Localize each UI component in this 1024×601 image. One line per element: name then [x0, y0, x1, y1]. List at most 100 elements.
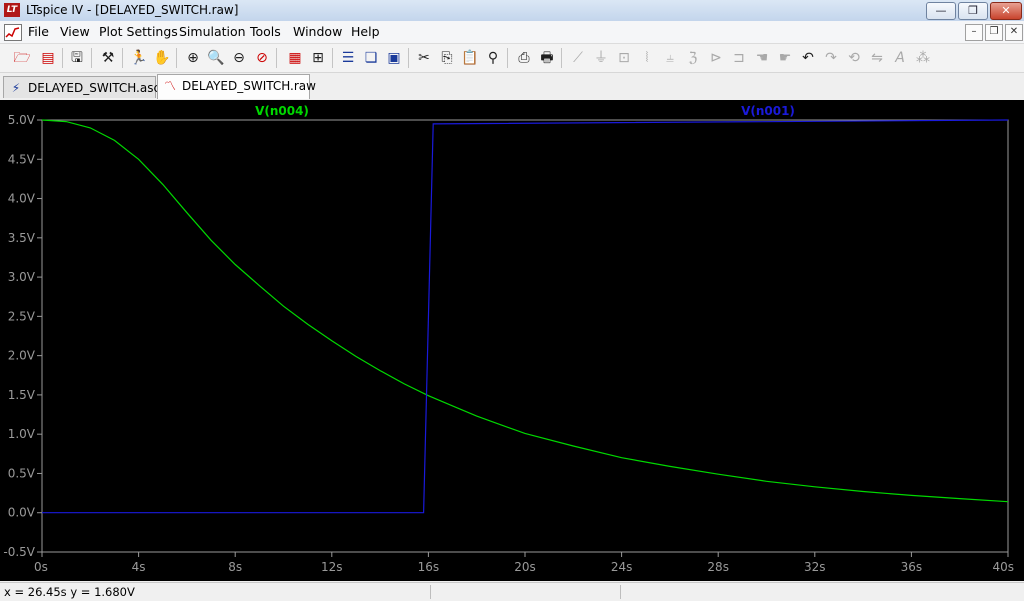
menu-simulation[interactable]: Simulation: [179, 24, 246, 39]
x-tick-label: 28s: [707, 560, 729, 574]
autorange-icon[interactable]: ▦: [285, 48, 305, 68]
schematic-icon: ⚡: [11, 81, 21, 95]
toolbar: 🗁 ▤ 🖫 ⚒ 🏃 ✋ ⊕ 🔍 ⊖ ⊘ ▦ ⊞ ☰ ❏ ▣ ✂ ⎘ 📋 ⚲ ⎙ …: [0, 44, 1024, 73]
windows-icon[interactable]: ▣: [384, 48, 404, 68]
ltspice-logo-icon: LT: [4, 3, 20, 17]
y-tick-label: 3.0V: [8, 270, 36, 284]
menu-window[interactable]: Window: [293, 24, 342, 39]
diode-icon[interactable]: ⊳: [706, 48, 726, 68]
waveform-icon: 〽: [163, 79, 176, 93]
toolbar-separator: [408, 48, 409, 68]
drag-icon[interactable]: ☛: [775, 48, 795, 68]
y-tick-label: 1.0V: [8, 427, 36, 441]
waveform-plot[interactable]: 5.0V 4.5V 4.0V 3.5V 3.0V 2.5V 2.0V 1.5V 1.0V 0.5V…: [0, 100, 1024, 581]
inductor-icon[interactable]: ℨ: [683, 48, 703, 68]
y-tick-label: 0.5V: [8, 466, 36, 480]
waveform-doc-glyph: [5, 27, 20, 38]
series-line-vn001: [42, 119, 1009, 514]
undo-icon[interactable]: ↶: [798, 48, 818, 68]
print-preview-icon[interactable]: ⎙: [514, 48, 534, 68]
x-tick-label: 8s: [228, 560, 242, 574]
zoom-out-icon[interactable]: ⊖: [229, 48, 249, 68]
waveform-doc-icon[interactable]: [4, 24, 22, 41]
maximize-button[interactable]: ❐: [958, 2, 988, 20]
pan-icon[interactable]: ✋: [152, 48, 172, 68]
move-icon[interactable]: ☚: [752, 48, 772, 68]
component-icon[interactable]: ⊐: [729, 48, 749, 68]
y-tick-label: 4.0V: [8, 192, 36, 206]
menu-plot-settings[interactable]: Plot Settings: [99, 24, 178, 39]
text-icon[interactable]: A: [890, 48, 910, 68]
paste-icon[interactable]: 📋: [460, 48, 480, 68]
cut-icon[interactable]: ✂: [414, 48, 434, 68]
redo-icon[interactable]: ↷: [821, 48, 841, 68]
cursor-icon[interactable]: ⊞: [308, 48, 328, 68]
capacitor-icon[interactable]: ⫨: [660, 48, 680, 68]
trace-label: V(n001): [741, 104, 795, 118]
title-bar: LT LTspice IV - [DELAYED_SWITCH.raw] — ❐…: [0, 0, 1024, 22]
rotate-icon[interactable]: ⟲: [844, 48, 864, 68]
toolbar-separator: [507, 48, 508, 68]
mdi-close-button[interactable]: ✕: [1005, 24, 1023, 41]
copy-icon[interactable]: ⎘: [437, 48, 457, 68]
label-net-icon[interactable]: ⊡: [614, 48, 634, 68]
status-divider: [620, 585, 621, 599]
run-icon[interactable]: 🏃: [129, 48, 149, 68]
tab-label: DELAYED_SWITCH.asc: [28, 81, 161, 95]
y-tick-label: 2.5V: [8, 309, 36, 323]
y-tick-label: 3.5V: [8, 231, 36, 245]
toolbar-separator: [176, 48, 177, 68]
tile-horizontal-icon[interactable]: ☰: [338, 48, 358, 68]
menu-view[interactable]: View: [60, 24, 90, 39]
menu-bar: File View Plot Settings Simulation Tools…: [0, 21, 1024, 44]
waveform-chart[interactable]: 5.0V 4.5V 4.0V 3.5V 3.0V 2.5V 2.0V 1.5V 1.0V 0.5V…: [0, 100, 1024, 581]
find-icon[interactable]: ⚲: [483, 48, 503, 68]
zoom-area-icon[interactable]: 🔍: [206, 48, 226, 68]
resistor-icon[interactable]: ⦚: [637, 48, 657, 68]
y-tick-label: -0.5V: [3, 545, 35, 559]
open-icon[interactable]: 🗁: [12, 48, 32, 68]
x-tick-label: 36s: [901, 560, 923, 574]
close-button[interactable]: ✕: [990, 2, 1022, 20]
x-tick-label: 40s: [992, 560, 1014, 574]
save-icon[interactable]: ▤: [38, 48, 58, 68]
control-panel-icon[interactable]: ⚒: [98, 48, 118, 68]
status-divider: [430, 585, 431, 599]
x-tick-label: 16s: [418, 560, 440, 574]
tab-schematic[interactable]: ⚡ DELAYED_SWITCH.asc: [3, 76, 160, 98]
wire-icon[interactable]: ⟋: [568, 48, 588, 68]
y-tick-label: 1.5V: [8, 388, 36, 402]
x-tick-label: 20s: [514, 560, 536, 574]
document-tabs: ⚡ DELAYED_SWITCH.asc 〽 DELAYED_SWITCH.ra…: [0, 73, 1024, 100]
y-tick-label: 2.0V: [8, 349, 36, 363]
mdi-restore-button[interactable]: ❐: [985, 24, 1003, 41]
x-tick-label: 12s: [321, 560, 343, 574]
zoom-in-icon[interactable]: ⊕: [183, 48, 203, 68]
zoom-cancel-icon[interactable]: ⊘: [252, 48, 272, 68]
x-tick-label: 24s: [611, 560, 633, 574]
toolbar-separator: [561, 48, 562, 68]
series-line-vn004: [41, 119, 1009, 503]
menu-tools[interactable]: Tools: [250, 24, 281, 39]
toolbar-separator: [62, 48, 63, 68]
toolbar-separator: [122, 48, 123, 68]
minimize-button[interactable]: —: [926, 2, 956, 20]
spice-directive-icon[interactable]: ⁂: [913, 48, 933, 68]
toolbar-separator: [276, 48, 277, 68]
y-tick-label: 5.0V: [8, 113, 36, 127]
mdi-minimize-button[interactable]: –: [965, 24, 983, 41]
print-icon[interactable]: 🖶: [537, 48, 557, 68]
mirror-icon[interactable]: ⇋: [867, 48, 887, 68]
cascade-icon[interactable]: ❏: [361, 48, 381, 68]
ground-icon[interactable]: ⏚: [591, 48, 611, 68]
y-tick-label: 0.0V: [8, 506, 36, 520]
toolbar-separator: [332, 48, 333, 68]
status-bar: x = 26.45s y = 1.680V: [0, 582, 1024, 601]
y-tick-label: 4.5V: [8, 152, 36, 166]
x-tick-label: 32s: [804, 560, 826, 574]
tab-waveform[interactable]: 〽 DELAYED_SWITCH.raw: [157, 74, 316, 99]
menu-file[interactable]: File: [28, 24, 49, 39]
toolbar-separator: [91, 48, 92, 68]
menu-help[interactable]: Help: [351, 24, 380, 39]
save-icon[interactable]: 🖫: [67, 48, 87, 68]
